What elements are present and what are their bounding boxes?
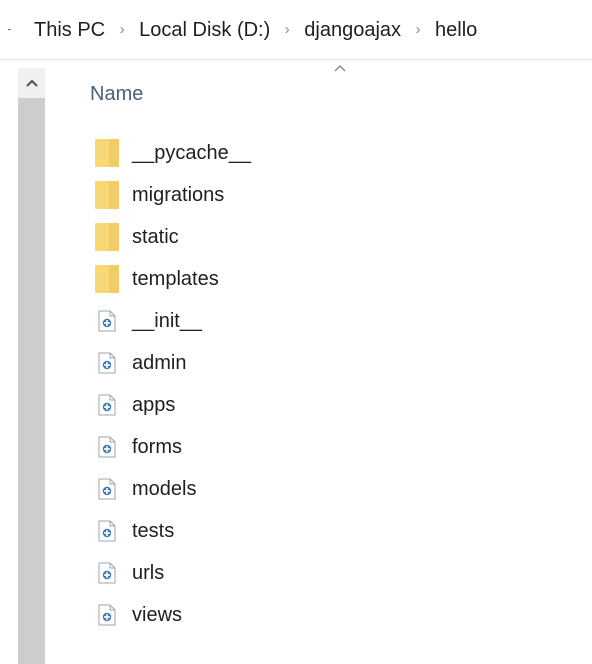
vertical-scrollbar[interactable] xyxy=(18,68,45,664)
file-list-item[interactable]: urls xyxy=(92,552,572,594)
python-file-icon xyxy=(92,390,122,420)
file-name-label: views xyxy=(132,603,183,626)
file-name-label: admin xyxy=(132,351,187,374)
file-name-label: apps xyxy=(132,393,176,416)
chevron-right-icon[interactable]: › xyxy=(271,20,303,40)
file-list-item[interactable]: __init__ xyxy=(92,300,572,342)
python-file-icon xyxy=(92,558,122,588)
file-name-label: forms xyxy=(132,435,182,458)
scroll-up-arrow-icon[interactable] xyxy=(18,68,45,98)
folder-list-item[interactable]: templates xyxy=(92,258,572,300)
folder-icon xyxy=(92,222,122,252)
file-list-item[interactable]: admin xyxy=(92,342,572,384)
breadcrumb-local-disk[interactable]: Local Disk (D:) xyxy=(138,19,271,42)
folder-icon xyxy=(92,264,122,294)
column-header-name[interactable]: Name xyxy=(90,78,143,110)
python-file-icon xyxy=(92,348,122,378)
file-name-label: models xyxy=(132,477,197,500)
folder-list-item[interactable]: migrations xyxy=(92,174,572,216)
file-name-label: static xyxy=(132,225,179,248)
file-name-label: urls xyxy=(132,561,165,584)
folder-icon xyxy=(92,180,122,210)
folder-list-item[interactable]: __pycache__ xyxy=(92,132,572,174)
folder-list-item[interactable]: static xyxy=(92,216,572,258)
python-file-icon xyxy=(92,516,122,546)
file-list-item[interactable]: apps xyxy=(92,384,572,426)
file-list-item[interactable]: views xyxy=(92,594,572,636)
file-list-item[interactable]: tests xyxy=(92,510,572,552)
file-list: __pycache__ migrations static templates __in… xyxy=(92,132,572,636)
chevron-right-icon[interactable]: › xyxy=(402,20,434,40)
address-bar[interactable]: This PC › Local Disk (D:) › djangoajax ›… xyxy=(0,0,592,60)
python-file-icon xyxy=(92,600,122,630)
file-name-label: migrations xyxy=(132,183,225,206)
scrollbar-thumb[interactable] xyxy=(18,98,45,664)
file-name-label: tests xyxy=(132,519,175,542)
file-name-label: __init__ xyxy=(132,309,203,332)
file-name-label: __pycache__ xyxy=(132,141,251,164)
file-list-item[interactable]: forms xyxy=(92,426,572,468)
file-list-item[interactable]: models xyxy=(92,468,572,510)
python-file-icon xyxy=(92,432,122,462)
breadcrumb-this-pc[interactable]: This PC xyxy=(33,19,106,42)
chevron-right-icon[interactable]: › xyxy=(106,20,138,40)
file-explorer-window: This PC › Local Disk (D:) › djangoajax ›… xyxy=(0,0,592,664)
address-overflow-icon xyxy=(8,21,12,37)
sort-ascending-icon xyxy=(330,58,350,78)
folder-icon xyxy=(92,138,122,168)
python-file-icon xyxy=(92,306,122,336)
breadcrumb-djangoajax[interactable]: djangoajax xyxy=(303,19,402,42)
python-file-icon xyxy=(92,474,122,504)
file-name-label: templates xyxy=(132,267,219,290)
breadcrumb: This PC › Local Disk (D:) › djangoajax ›… xyxy=(33,0,478,60)
breadcrumb-hello[interactable]: hello xyxy=(434,19,478,42)
